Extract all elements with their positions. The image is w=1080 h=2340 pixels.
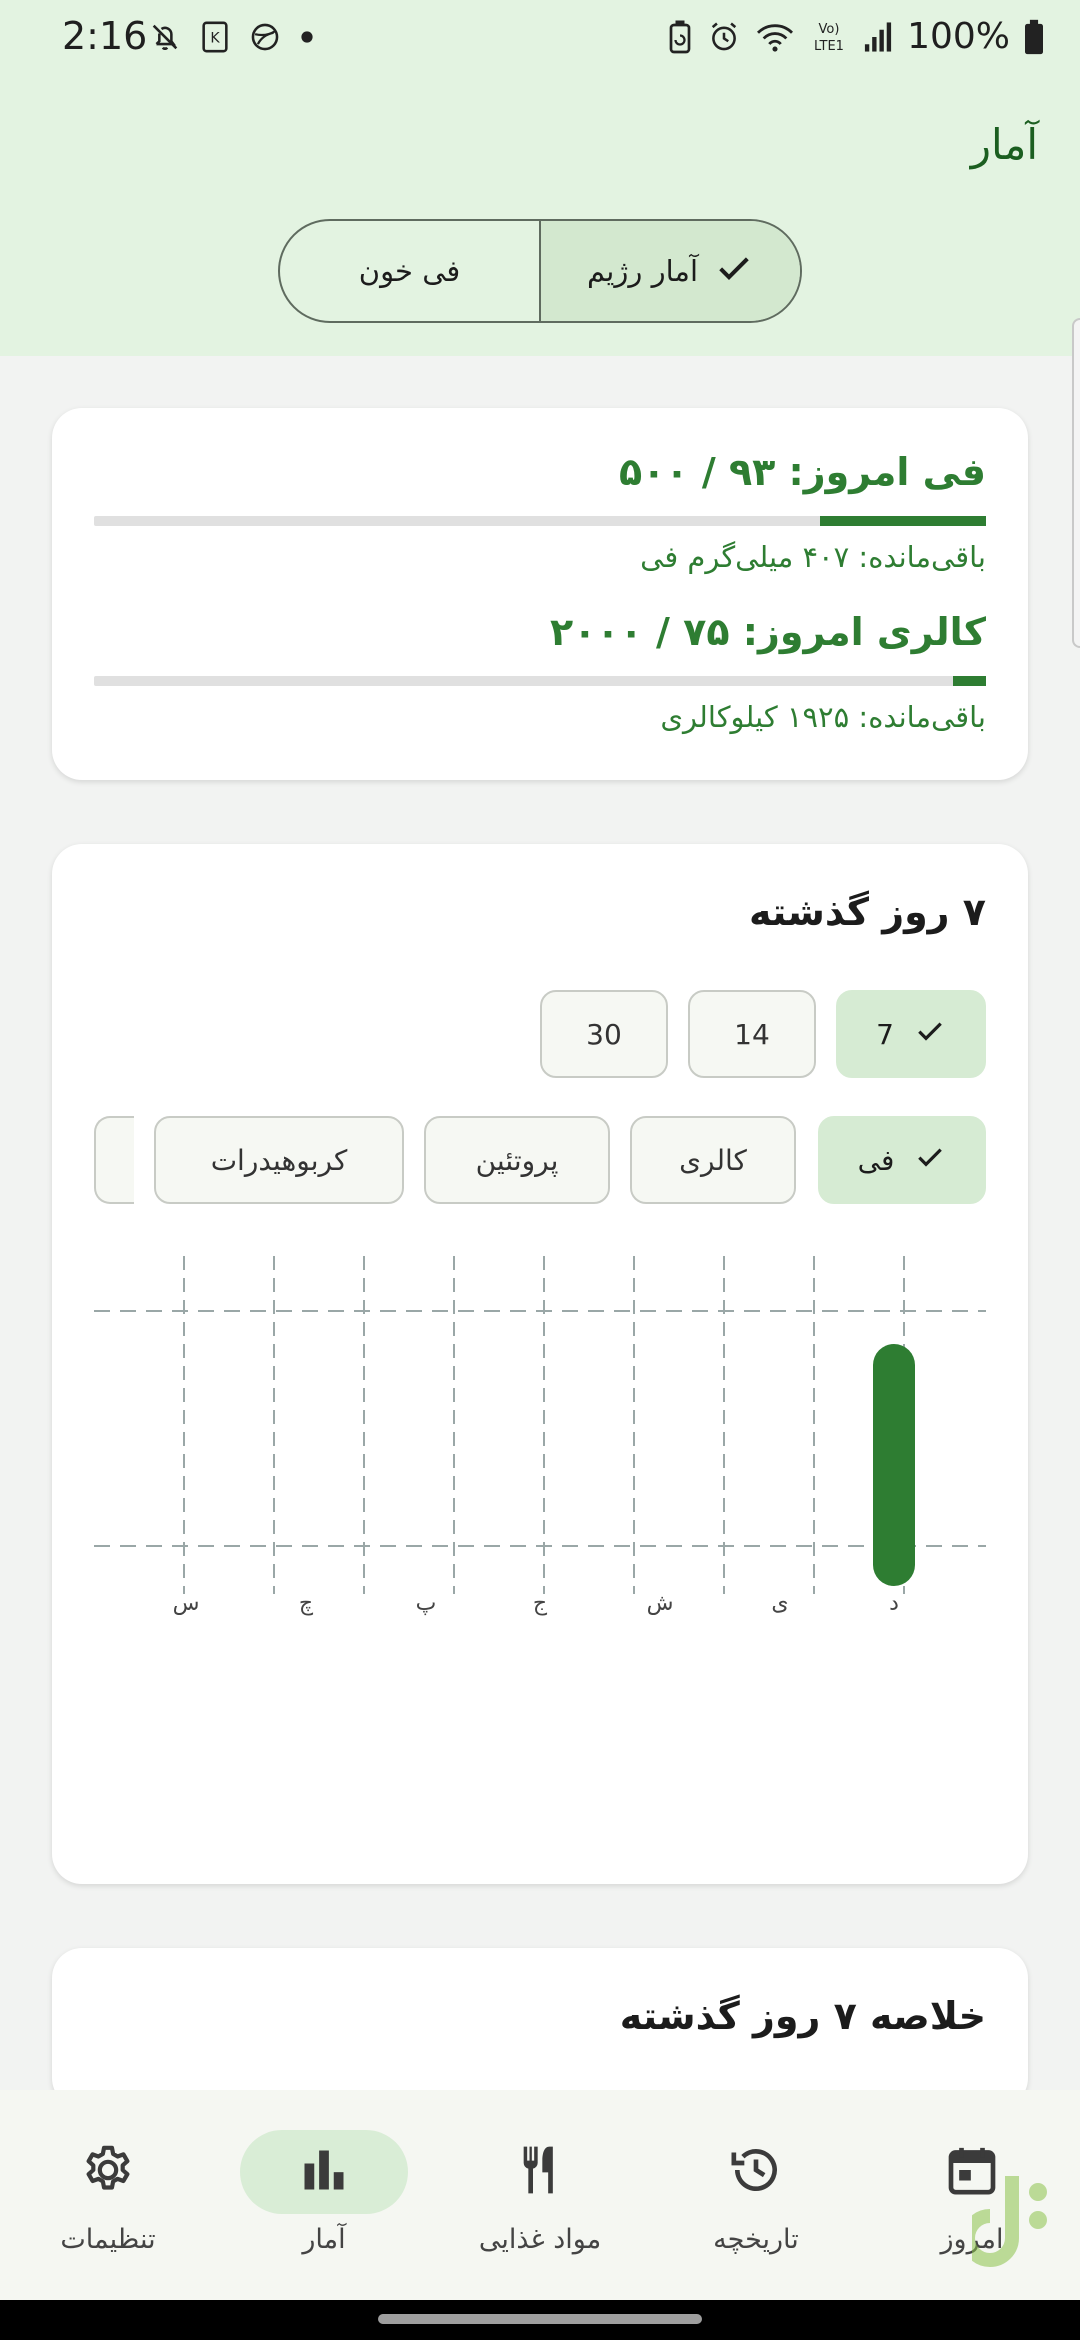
vpn-icon	[248, 20, 282, 54]
phe-remaining-text: باقی‌مانده: ۴۰۷ میلی‌گرم فی	[640, 540, 986, 574]
battery-icon	[1024, 19, 1044, 55]
nav-stats-label: آمار	[302, 2224, 346, 2255]
nav-stats-pill	[240, 2130, 408, 2214]
calorie-progress-fill	[952, 676, 986, 686]
chart-bar[interactable]	[873, 1344, 915, 1586]
metric-chip-phe-label: فی	[857, 1143, 895, 1177]
daily-bar-chart: سچپجشید	[94, 1256, 986, 1616]
metric-chip-carbs-label: کربوهیدرات	[210, 1143, 348, 1177]
gear-icon	[80, 2142, 136, 2202]
range-chip-30[interactable]: 30	[540, 990, 668, 1078]
metric-chip-more[interactable]	[94, 1116, 134, 1204]
status-icons-left: K	[148, 20, 314, 54]
status-bar: 2:16 K Vo) LTE1 100%	[0, 0, 1080, 82]
chart-x-tick-label: س	[173, 1591, 200, 1616]
nav-stats[interactable]: آمار	[216, 2130, 432, 2280]
metric-chip-carbs[interactable]: کربوهیدرات	[154, 1116, 404, 1204]
bottom-navigation: تنظیمات آمار مواد غذایی تاریخچه امروز	[0, 2090, 1080, 2300]
history-chart-card: ۷ روز گذشته 7 14 30 فی کالری پروتئین کرب…	[52, 844, 1028, 1884]
lte-icon: Vo) LTE1	[809, 19, 849, 55]
chart-x-tick-label: ج	[533, 1591, 548, 1616]
weekly-summary-card: خلاصه ۷ روز گذشته	[52, 1948, 1028, 2108]
metric-chip-calorie[interactable]: کالری	[630, 1116, 796, 1204]
signal-icon	[863, 21, 893, 53]
page-title: آمار	[970, 120, 1038, 169]
app-notification-icon: K	[200, 20, 230, 54]
notifications-off-icon	[148, 20, 182, 54]
summary-title: خلاصه ۷ روز گذشته	[619, 1994, 986, 2038]
diet-stats-tab-label: آمار رژیم	[586, 254, 699, 288]
range-chip-14[interactable]: 14	[688, 990, 816, 1078]
nav-foods-label: مواد غذایی	[478, 2224, 602, 2255]
store-watermark-logo	[961, 2168, 1068, 2304]
range-chip-14-label: 14	[734, 1017, 770, 1051]
phe-today-title: فی امروز: ۹۳ / ۵۰۰	[619, 450, 986, 494]
svg-text:Vo): Vo)	[819, 22, 840, 37]
range-chip-30-label: 30	[586, 1017, 622, 1051]
nav-history-pill	[672, 2130, 840, 2214]
calorie-today-title: کالری امروز: ۷۵ / ۲۰۰۰	[550, 610, 986, 654]
check-icon	[914, 1015, 946, 1054]
metric-chip-calorie-label: کالری	[679, 1143, 747, 1177]
metric-chip-phe[interactable]: فی	[818, 1116, 986, 1204]
nav-history[interactable]: تاریخچه	[648, 2130, 864, 2280]
range-chip-7[interactable]: 7	[836, 990, 986, 1078]
chart-x-tick-label: ی	[771, 1591, 788, 1616]
dot-indicator-icon	[300, 30, 314, 44]
gesture-handle[interactable]	[378, 2314, 702, 2324]
diet-stats-tab[interactable]: آمار رژیم	[539, 221, 800, 321]
bar-chart-icon	[298, 2144, 350, 2200]
app-header: 2:16 K Vo) LTE1 100% آمار فی خون آمار رژ…	[0, 0, 1080, 356]
blood-phe-tab-label: فی خون	[358, 254, 461, 288]
metric-chip-protein-label: پروتئین	[475, 1143, 559, 1177]
history-title: ۷ روز گذشته	[748, 890, 986, 934]
svg-text:LTE1: LTE1	[814, 39, 844, 54]
chart-x-tick-label: د	[889, 1591, 899, 1616]
phe-progress-bar	[94, 516, 986, 526]
status-time: 2:16	[62, 14, 148, 58]
calorie-remaining-text: باقی‌مانده: ۱۹۲۵ کیلوکالری	[660, 700, 986, 734]
wifi-icon	[755, 20, 795, 54]
svg-text:K: K	[210, 31, 220, 47]
chart-x-tick-label: پ	[416, 1591, 437, 1616]
nav-foods[interactable]: مواد غذایی	[432, 2130, 648, 2280]
battery-saver-icon	[667, 19, 693, 55]
calorie-progress-bar	[94, 676, 986, 686]
chart-x-tick-label: چ	[299, 1591, 314, 1616]
nav-settings[interactable]: تنظیمات	[0, 2130, 216, 2280]
alarm-icon	[707, 20, 741, 54]
today-summary-card: فی امروز: ۹۳ / ۵۰۰ باقی‌مانده: ۴۰۷ میلی‌…	[52, 408, 1028, 780]
battery-percent: 100%	[907, 16, 1010, 57]
blood-phe-tab[interactable]: فی خون	[280, 221, 539, 321]
check-icon	[714, 248, 754, 295]
range-chip-7-label: 7	[876, 1017, 894, 1051]
history-icon	[728, 2142, 784, 2202]
status-icons-right: Vo) LTE1 100%	[667, 16, 1044, 57]
nav-settings-label: تنظیمات	[60, 2224, 156, 2255]
nav-history-label: تاریخچه	[713, 2224, 799, 2255]
check-icon	[914, 1141, 946, 1180]
utensils-icon	[512, 2142, 568, 2202]
edge-panel-handle[interactable]	[1072, 318, 1080, 648]
stats-type-toggle: فی خون آمار رژیم	[278, 219, 802, 323]
phe-progress-fill	[820, 516, 986, 526]
nav-foods-pill	[456, 2130, 624, 2214]
nav-settings-pill	[24, 2130, 192, 2214]
metric-chip-protein[interactable]: پروتئین	[424, 1116, 610, 1204]
chart-x-tick-label: ش	[647, 1591, 674, 1616]
